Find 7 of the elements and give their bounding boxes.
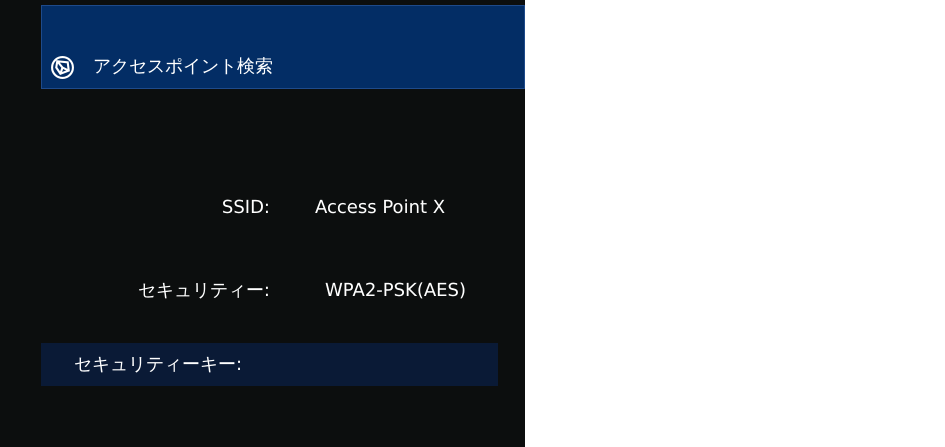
field-value: Access Point X: [315, 196, 446, 220]
security-key-field[interactable]: セキュリティーキー:: [41, 343, 498, 386]
globe-icon: [50, 55, 75, 80]
field-label: セキュリティー:: [136, 278, 270, 302]
field-label: SSID:: [220, 196, 270, 220]
header-title: アクセスポイント検索: [93, 55, 273, 79]
field-value: WPA2-PSK(AES): [325, 278, 466, 302]
